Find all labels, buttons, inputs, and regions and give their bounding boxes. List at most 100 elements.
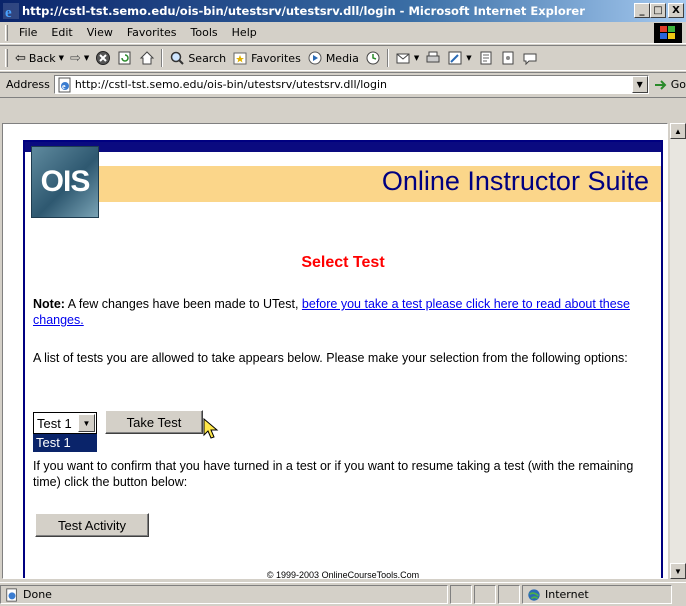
status-slot	[474, 585, 496, 604]
browser-window: e http://cstl-tst.semo.edu/ois-bin/utest…	[0, 0, 686, 606]
refresh-button[interactable]	[114, 50, 136, 66]
search-label: Search	[188, 51, 227, 65]
banner-navy-strip	[25, 142, 661, 152]
research-icon	[502, 51, 514, 65]
refresh-icon	[118, 51, 131, 65]
stop-icon	[96, 51, 111, 65]
note-text: A few changes have been made to UTest,	[64, 297, 302, 311]
menu-file[interactable]: File	[12, 26, 44, 39]
back-dropdown-icon: ▼	[58, 54, 65, 62]
maximize-button[interactable]: □	[650, 3, 666, 18]
note-paragraph: Note: A few changes have been made to UT…	[33, 296, 657, 328]
title-bar[interactable]: e http://cstl-tst.semo.edu/ois-bin/utest…	[0, 0, 686, 22]
copyright-text: © 1999-2003 OnlineCourseTools.Com	[266, 570, 420, 579]
banner-white-strip	[85, 152, 661, 166]
back-button[interactable]: ⇦ Back ▼	[12, 51, 67, 66]
globe-icon	[528, 588, 540, 601]
discuss-button[interactable]	[475, 50, 497, 66]
minimize-button[interactable]: _	[634, 3, 650, 18]
svg-text:e: e	[62, 82, 66, 91]
test-activity-button[interactable]: Test Activity	[35, 513, 149, 537]
address-label: Address	[6, 78, 50, 91]
address-dropdown-icon[interactable]: ▼	[631, 76, 648, 93]
page-icon: e	[58, 77, 71, 93]
search-button[interactable]: Search	[166, 50, 229, 66]
favorites-icon	[233, 52, 247, 65]
test-select-value: Test 1	[37, 415, 72, 431]
zone-text: Internet	[545, 588, 589, 601]
search-icon	[171, 51, 185, 65]
test-select[interactable]: Test 1 ▼	[33, 412, 97, 434]
home-icon	[140, 51, 155, 65]
instructions-text: A list of tests you are allowed to take …	[33, 351, 628, 365]
edit-dropdown-icon: ▼	[466, 54, 472, 62]
address-bar: Address e http://cstl-tst.semo.edu/ois-b…	[0, 72, 686, 96]
menu-bar: File Edit View Favorites Tools Help	[0, 22, 686, 44]
print-icon	[426, 51, 440, 63]
ois-logo: OIS	[31, 146, 99, 218]
menu-edit[interactable]: Edit	[44, 26, 79, 39]
close-button[interactable]: X	[668, 3, 684, 18]
favorites-label: Favorites	[251, 51, 301, 65]
window-title: http://cstl-tst.semo.edu/ois-bin/utestsr…	[22, 4, 585, 18]
discuss-icon	[480, 51, 492, 65]
standard-toolbar: ⇦ Back ▼ ⇨ ▼ Search Favorites Media ▼ ▼	[0, 45, 686, 71]
favorites-button[interactable]: Favorites	[229, 50, 304, 66]
vertical-scrollbar[interactable]: ▲ ▼	[670, 123, 686, 579]
forward-dropdown-icon: ▼	[83, 54, 90, 62]
address-url: http://cstl-tst.semo.edu/ois-bin/utestsr…	[74, 78, 388, 91]
ois-logo-text: OIS	[40, 165, 91, 198]
print-button[interactable]	[422, 50, 444, 66]
menu-view[interactable]: View	[80, 26, 120, 39]
messenger-button[interactable]	[519, 50, 541, 66]
suite-title: Online Instructor Suite	[381, 166, 649, 196]
forward-arrow-icon: ⇨	[70, 50, 81, 66]
menu-grip	[5, 24, 8, 41]
menu-favorites[interactable]: Favorites	[120, 26, 184, 39]
window-controls: _ □ X	[634, 3, 684, 18]
status-panel: Done	[0, 585, 448, 604]
confirm-text: If you want to confirm that you have tur…	[33, 459, 634, 489]
mail-dropdown-icon: ▼	[413, 54, 420, 62]
mail-icon	[396, 53, 410, 64]
page-done-icon	[6, 587, 17, 602]
back-arrow-icon: ⇦	[15, 50, 26, 66]
media-label: Media	[325, 51, 359, 65]
scroll-down-icon[interactable]: ▼	[670, 563, 686, 579]
zone-panel: Internet	[522, 585, 672, 604]
edit-icon	[448, 51, 462, 65]
select-test-heading: Select Test	[301, 254, 385, 271]
history-button[interactable]	[362, 50, 384, 66]
edit-button[interactable]: ▼	[444, 50, 474, 66]
mouse-pointer-icon	[203, 418, 219, 439]
note-label: Note:	[33, 297, 65, 311]
chevron-down-icon[interactable]: ▼	[78, 414, 95, 432]
menu-help[interactable]: Help	[225, 26, 264, 39]
mail-button[interactable]: ▼	[392, 50, 422, 66]
scroll-up-icon[interactable]: ▲	[670, 123, 686, 139]
ie-logo-icon: e	[3, 3, 19, 19]
media-button[interactable]: Media	[304, 50, 362, 66]
status-bar: Done Internet	[0, 582, 686, 606]
media-icon	[308, 51, 322, 65]
forward-button[interactable]: ⇨ ▼	[67, 51, 92, 66]
toolbar-separator	[161, 49, 164, 67]
go-label: Go	[670, 78, 686, 91]
home-button[interactable]	[136, 50, 158, 66]
stop-button[interactable]	[92, 50, 114, 66]
back-label: Back	[28, 51, 56, 65]
go-button[interactable]: Go	[653, 78, 686, 92]
ois-page: OIS Online Instructor Suite Select Test …	[23, 140, 663, 579]
windows-logo-icon	[654, 23, 682, 43]
research-button[interactable]	[497, 50, 519, 66]
status-slot	[450, 585, 472, 604]
go-arrow-icon	[654, 79, 667, 90]
address-input[interactable]: e http://cstl-tst.semo.edu/ois-bin/utest…	[53, 75, 649, 94]
test-option[interactable]: Test 1	[33, 434, 97, 452]
history-icon	[366, 51, 380, 65]
toolbar-grip	[5, 49, 8, 67]
page-viewport: OIS Online Instructor Suite Select Test …	[2, 123, 668, 579]
messenger-icon	[523, 53, 537, 66]
menu-tools[interactable]: Tools	[184, 26, 225, 39]
take-test-button[interactable]: Take Test	[105, 410, 203, 434]
